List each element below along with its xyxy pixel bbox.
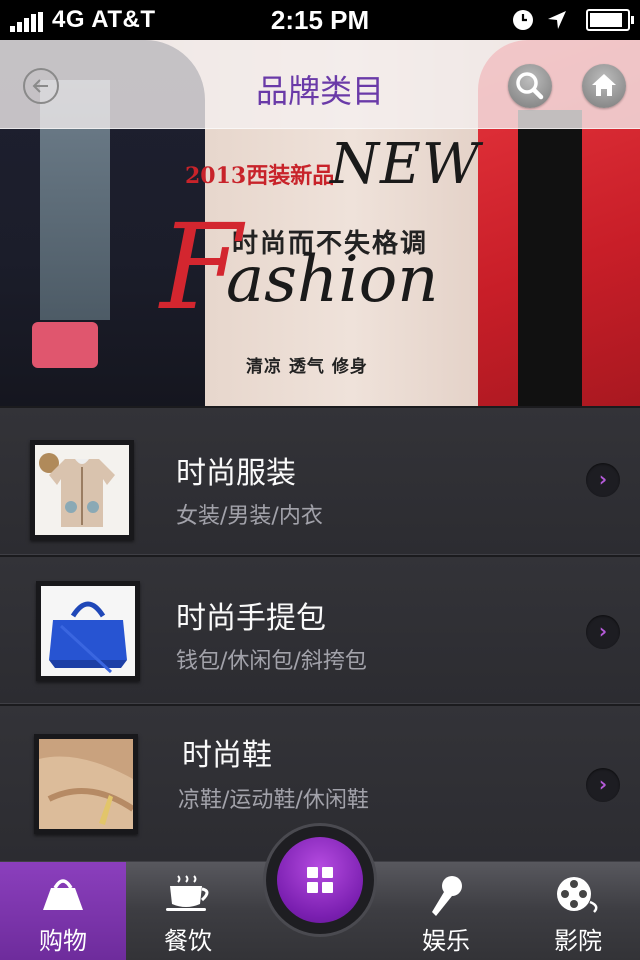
coffee-cup-icon bbox=[166, 875, 209, 911]
banner-year-text: 2013西装新品 bbox=[185, 163, 335, 189]
chevron-right-icon[interactable]: › bbox=[586, 768, 620, 802]
clock-icon bbox=[513, 10, 533, 30]
battery-icon bbox=[586, 9, 634, 31]
tab-shopping[interactable]: 购物 bbox=[0, 862, 126, 960]
sweater-image bbox=[35, 445, 129, 535]
category-subtitle: 凉鞋/运动鞋/休闲鞋 bbox=[178, 788, 369, 813]
category-subtitle: 钱包/休闲包/斜挎包 bbox=[176, 649, 367, 674]
banner-fashion-text: ashion bbox=[226, 243, 439, 317]
chevron-right-icon[interactable]: › bbox=[586, 463, 620, 497]
grid-menu-icon bbox=[307, 867, 333, 893]
microphone-icon bbox=[432, 876, 462, 916]
center-menu-button[interactable] bbox=[266, 826, 374, 934]
tab-dining[interactable]: 餐饮 bbox=[126, 862, 250, 960]
status-icons bbox=[512, 7, 634, 33]
home-button[interactable] bbox=[582, 64, 626, 108]
status-bar: 4G AT&T 2:15 PM bbox=[0, 0, 640, 40]
center-menu-button-inner bbox=[277, 837, 363, 923]
home-icon bbox=[592, 74, 616, 96]
tab-entertainment[interactable]: 娱乐 bbox=[384, 862, 508, 960]
clothing-thumbnail bbox=[30, 440, 134, 540]
shoes-image bbox=[39, 739, 135, 829]
banner-clutch-bag bbox=[32, 322, 98, 368]
app-screen: 2013西装新品 NEW 时尚而不失格调 F ashion 清凉 透气 修身 4… bbox=[0, 0, 640, 960]
search-icon bbox=[516, 72, 544, 100]
tab-label: 影院 bbox=[554, 927, 602, 955]
category-title: 时尚服装 bbox=[176, 456, 296, 491]
shoes-thumbnail bbox=[34, 734, 138, 834]
nav-header: 品牌类目 bbox=[0, 40, 640, 129]
banner-tagline: 清凉 透气 修身 bbox=[246, 357, 368, 377]
tab-label: 餐饮 bbox=[164, 927, 212, 955]
category-subtitle: 女装/男装/内衣 bbox=[176, 504, 323, 529]
film-reel-icon bbox=[557, 877, 598, 913]
search-button[interactable] bbox=[508, 64, 552, 108]
category-title: 时尚鞋 bbox=[182, 738, 272, 773]
category-list: 时尚服装 女装/男装/内衣 › 时尚手提包 钱包/休闲包/斜挎包 › 时尚鞋 凉… bbox=[0, 406, 640, 862]
handbag-image bbox=[41, 586, 135, 676]
tab-label: 娱乐 bbox=[422, 927, 470, 955]
banner-model-top bbox=[518, 110, 582, 406]
category-item-handbags[interactable]: 时尚手提包 钱包/休闲包/斜挎包 › bbox=[0, 555, 640, 704]
chevron-right-icon[interactable]: › bbox=[586, 615, 620, 649]
tab-label: 购物 bbox=[39, 927, 87, 955]
category-item-clothing[interactable]: 时尚服装 女装/男装/内衣 › bbox=[0, 406, 640, 555]
tab-cinema[interactable]: 影院 bbox=[516, 862, 640, 960]
category-title: 时尚手提包 bbox=[176, 601, 326, 636]
location-arrow-icon bbox=[548, 11, 566, 29]
banner-new-text: NEW bbox=[330, 132, 481, 197]
handbag-thumbnail bbox=[36, 581, 140, 681]
shopping-bag-icon bbox=[43, 879, 83, 910]
